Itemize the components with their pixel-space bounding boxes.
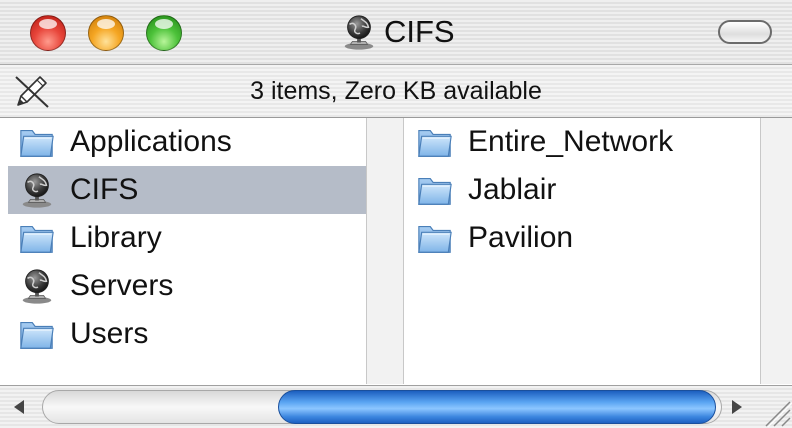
item-label: Library [70,221,162,254]
list-item-servers[interactable]: Servers [0,262,366,310]
window-title-group: CIFS [340,12,455,52]
list-item-cifs[interactable]: CIFS [8,166,366,214]
status-text: 3 items, Zero KB available [250,77,542,105]
item-label: Users [70,317,149,350]
list-item-applications[interactable]: Applications [0,118,366,166]
folder-icon [18,315,56,353]
list-item-entire-network[interactable]: Entire_Network [404,118,760,166]
zoom-button[interactable] [146,15,182,51]
network-globe-icon[interactable] [340,13,378,51]
column-root: Applications CIFS Library Servers Users [0,118,366,384]
window-title: CIFS [384,14,455,49]
folder-icon [18,219,56,257]
folder-icon [416,219,454,257]
minimize-button[interactable] [88,15,124,51]
list-item-jablair[interactable]: Jablair [404,166,760,214]
item-label: Applications [70,125,232,158]
finder-window: CIFS 3 items, Zero KB available Applicat… [0,0,792,428]
item-label: Entire_Network [468,125,674,158]
network-globe-icon [18,171,56,209]
column-browser: Applications CIFS Library Servers Users [0,118,792,384]
scroll-right-arrow-icon[interactable] [724,386,754,428]
status-bar: 3 items, Zero KB available [0,65,792,118]
item-label: Pavilion [468,221,574,254]
title-bar[interactable]: CIFS [0,0,792,65]
close-button[interactable] [30,15,66,51]
toolbar-toggle-button[interactable] [718,20,772,44]
horizontal-scrollbar[interactable] [0,385,792,428]
item-label: Servers [70,269,174,302]
item-label: Jablair [468,173,557,206]
list-item-users[interactable]: Users [0,310,366,358]
folder-icon [18,123,56,161]
list-item-library[interactable]: Library [0,214,366,262]
network-globe-icon [18,267,56,305]
resize-grip-icon[interactable] [756,388,792,428]
scroll-thumb[interactable] [278,390,716,424]
scroll-left-arrow-icon[interactable] [0,386,40,428]
column-divider[interactable] [760,118,792,384]
folder-icon [416,123,454,161]
list-item-pavilion[interactable]: Pavilion [404,214,760,262]
item-label: CIFS [70,173,139,206]
folder-icon [416,171,454,209]
column-divider[interactable] [366,118,404,384]
column-cifs: Entire_Network Jablair Pavilion [404,118,760,384]
